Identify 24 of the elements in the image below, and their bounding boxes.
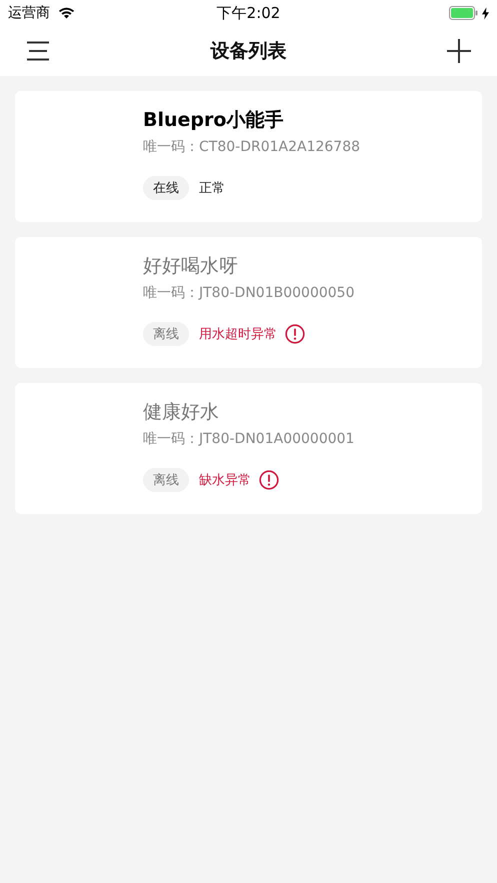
- device-name: Bluepro小能手: [143, 108, 284, 133]
- clock-time: 下午2:02: [216, 4, 280, 22]
- status-text: 正常: [199, 180, 225, 197]
- connection-tag: 在线: [143, 176, 189, 200]
- device-card[interactable]: 好好喝水呀 唯一码：JT80-DN01B00000050 离线 用水超时异常: [15, 237, 482, 368]
- carrier-name: 运营商: [8, 4, 50, 22]
- battery-icon: [449, 6, 479, 20]
- connection-tag: 离线: [143, 322, 189, 346]
- device-name: 健康好水: [143, 400, 219, 425]
- add-button[interactable]: [447, 39, 471, 63]
- status-text: 缺水异常: [199, 472, 251, 489]
- device-name: 好好喝水呀: [143, 254, 238, 279]
- device-card[interactable]: 健康好水 唯一码：JT80-DN01A00000001 离线 缺水异常: [15, 383, 482, 514]
- device-card[interactable]: Bluepro小能手 唯一码：CT80-DR01A2A126788 在线 正常: [15, 91, 482, 222]
- status-text: 用水超时异常: [199, 326, 277, 343]
- warning-icon: [259, 470, 279, 490]
- menu-button[interactable]: [26, 41, 50, 61]
- wifi-icon: [58, 7, 75, 19]
- device-code: 唯一码：JT80-DN01A00000001: [143, 430, 354, 448]
- device-code: 唯一码：CT80-DR01A2A126788: [143, 138, 360, 156]
- page-title: 设备列表: [210, 39, 286, 64]
- warning-icon: [285, 324, 305, 344]
- device-code: 唯一码：JT80-DN01B00000050: [143, 284, 354, 302]
- connection-tag: 离线: [143, 468, 189, 492]
